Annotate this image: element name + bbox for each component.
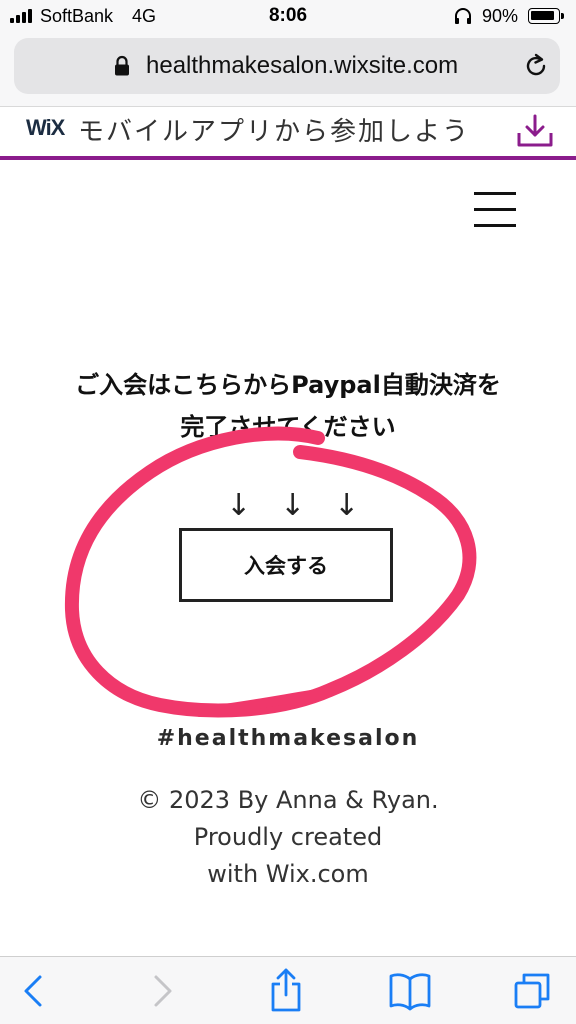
footer-line-2: Proudly created: [193, 823, 383, 851]
battery-cap: [561, 13, 564, 19]
reload-icon[interactable]: [522, 52, 550, 80]
address-bar[interactable]: healthmakesalon.wixsite.com: [14, 38, 560, 94]
down-arrow-icon: ↓: [280, 488, 306, 523]
headphone-icon: [455, 8, 471, 24]
back-icon[interactable]: [14, 971, 54, 1011]
battery-fill: [531, 11, 554, 20]
bookmarks-icon[interactable]: [388, 971, 432, 1011]
wix-banner-text: モバイルアプリから参加しよう: [78, 117, 471, 147]
headline-line-1: ご入会はこちらからPaypal自動決済を: [75, 371, 501, 399]
banner-divider: [0, 156, 576, 160]
browser-screen: SoftBank 4G 8:06 90% healthmakesalon.wix…: [0, 0, 576, 1024]
browser-toolbar: [0, 956, 576, 1024]
down-arrows: ↓ ↓ ↓: [226, 488, 362, 523]
menu-icon[interactable]: [474, 190, 516, 228]
join-button[interactable]: 入会する: [179, 528, 393, 602]
battery-percent: 90%: [482, 6, 519, 26]
battery-icon: [528, 8, 560, 24]
tabs-icon[interactable]: [512, 971, 552, 1011]
headline-line-2: 完了させてください: [180, 413, 396, 441]
lock-icon: [115, 55, 129, 76]
footer-wix-link[interactable]: with Wix.com: [0, 856, 576, 893]
hashtag-text: #healthmakesalon: [156, 726, 420, 751]
address-bar-area: healthmakesalon.wixsite.com: [0, 34, 576, 106]
url-text: healthmakesalon.wixsite.com: [146, 52, 459, 79]
footer-copyright: © 2023 By Anna & Ryan.: [137, 786, 439, 814]
footer: © 2023 By Anna & Ryan. Proudly created w…: [0, 782, 576, 893]
forward-icon[interactable]: [142, 971, 182, 1011]
down-arrow-icon: ↓: [334, 488, 360, 523]
page-headline: ご入会はこちらからPaypal自動決済を 完了させてください: [0, 364, 576, 448]
wix-logo: WiX: [26, 115, 65, 140]
down-arrow-icon: ↓: [226, 488, 252, 523]
share-icon[interactable]: [266, 967, 306, 1013]
download-icon[interactable]: [516, 113, 554, 149]
wix-app-banner[interactable]: WiX モバイルアプリから参加しよう: [0, 106, 576, 157]
status-bar: SoftBank 4G 8:06 90%: [0, 0, 576, 34]
